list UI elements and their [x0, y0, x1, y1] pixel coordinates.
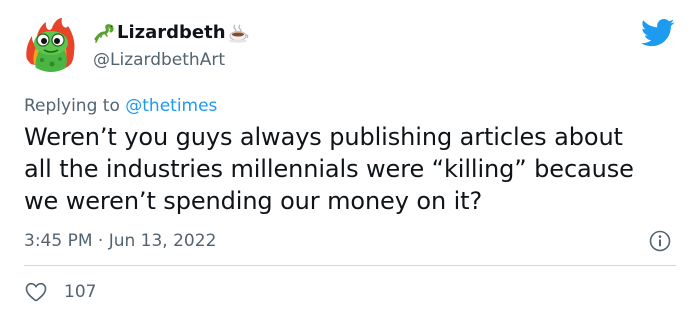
tweet-text-line: all the industries millennials were “kil… — [24, 155, 634, 183]
author-handle[interactable]: @LizardbethArt — [93, 49, 225, 71]
tweet-timestamp[interactable]: 3:45 PM · Jun 13, 2022 — [24, 229, 216, 253]
avatar[interactable] — [22, 14, 80, 72]
tweet-text: Weren’t you guys always publishing artic… — [24, 121, 684, 217]
twitter-bird-icon[interactable] — [641, 18, 675, 48]
author-name-row[interactable]: Lizardbeth — [93, 21, 250, 45]
like-action[interactable]: 107 — [24, 280, 96, 304]
author-display-name: Lizardbeth — [117, 22, 226, 43]
tweet-text-line: Weren’t you guys always publishing artic… — [24, 123, 623, 151]
info-icon[interactable] — [648, 229, 672, 253]
hot-beverage-emoji-icon — [228, 23, 250, 43]
replying-to: Replying to @thetimes — [24, 94, 217, 118]
heart-icon[interactable] — [24, 280, 48, 304]
reply-mention-link[interactable]: @thetimes — [125, 96, 217, 116]
tweet-text-line: we weren’t spending our money on it? — [24, 187, 483, 215]
lizard-emoji-icon — [93, 23, 115, 43]
avatar-image — [26, 18, 75, 72]
tweet-card: Lizardbeth @LizardbethArt Replying to @t… — [0, 0, 700, 319]
divider — [24, 265, 676, 266]
like-count: 107 — [64, 282, 97, 302]
replying-to-label: Replying to — [24, 96, 120, 116]
